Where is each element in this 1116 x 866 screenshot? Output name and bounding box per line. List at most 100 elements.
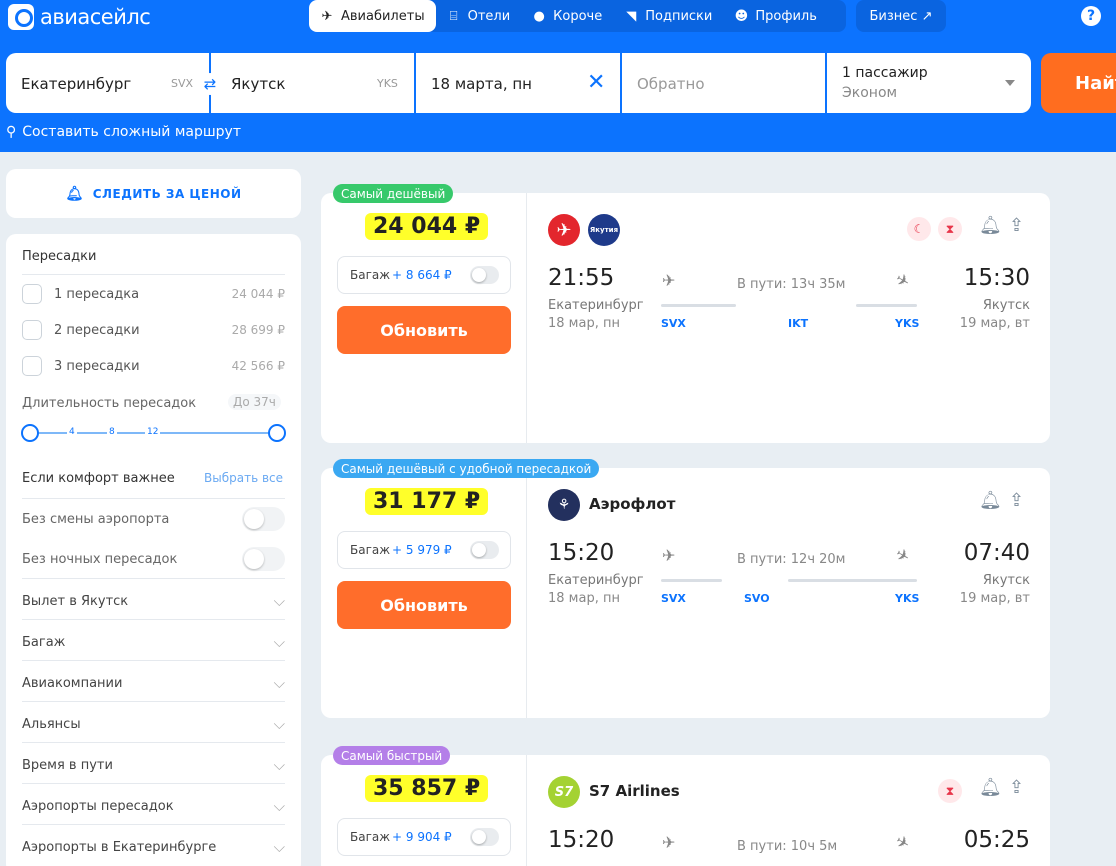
nav-subscriptions[interactable]: ◥ Подписки: [613, 0, 723, 32]
clear-date-icon[interactable]: ✕: [587, 70, 605, 96]
baggage-option[interactable]: Багаж + 8 664 ₽: [337, 256, 511, 294]
baggage-toggle[interactable]: [470, 828, 499, 846]
filter-section-baggage[interactable]: Багаж ⌵: [22, 633, 285, 651]
baggage-option[interactable]: Багаж + 9 904 ₽: [337, 818, 511, 856]
share-icon[interactable]: ⇪: [1009, 777, 1024, 798]
ticket-card[interactable]: 31 177 ₽ Багаж + 5 979 ₽ Обновить ⚘ Аэро…: [321, 468, 1050, 718]
chevron-down-icon: ⌵: [273, 797, 285, 815]
transfer-label: 2 пересадки: [54, 322, 140, 338]
filter-section-origin-airports[interactable]: Аэропорты в Екатеринбурге ⌵: [22, 838, 285, 856]
destination-value: Якутск: [231, 75, 286, 93]
baggage-toggle[interactable]: [470, 266, 499, 284]
route-segment: [788, 579, 917, 582]
nav-tickets[interactable]: ✈ Авиабилеты: [309, 0, 436, 32]
destination-field[interactable]: Якутск YKS: [211, 53, 414, 113]
no-airport-change-label: Без смены аэропорта: [22, 512, 170, 527]
origin-field[interactable]: Екатеринбург SVX: [6, 53, 209, 113]
transfer-option[interactable]: 1 пересадка 24 044 ₽: [22, 284, 285, 304]
chevron-down-icon: ⌵: [273, 756, 285, 774]
bell-icon[interactable]: 🔔︎: [979, 777, 1002, 798]
origin-value: Екатеринбург: [21, 75, 132, 93]
landing-icon: ✈: [892, 830, 914, 855]
checkbox[interactable]: [22, 320, 42, 340]
passengers-count: 1 пассажир: [842, 65, 928, 81]
filters-panel: Пересадки 1 пересадка 24 044 ₽ 2 пересад…: [6, 234, 301, 866]
share-icon[interactable]: ⇪: [1009, 490, 1024, 511]
baggage-price: + 8 664 ₽: [392, 268, 452, 282]
filter-section-alliances[interactable]: Альянсы ⌵: [22, 715, 285, 733]
slider-tick: 4: [67, 427, 77, 437]
chevron-down-icon: ⌵: [273, 633, 285, 651]
bed-icon: ⌸: [449, 8, 458, 24]
bell-icon[interactable]: 🔔︎: [979, 490, 1002, 511]
watch-price-button[interactable]: 🔔︎ СЛЕДИТЬ ЗА ЦЕНОЙ: [6, 169, 301, 218]
swap-icon[interactable]: ⇄: [199, 73, 221, 95]
cabin-class: Эконом: [842, 85, 898, 101]
filter-section-departure[interactable]: Вылет в Якутск ⌵: [22, 592, 285, 610]
airline-logo: Якутия: [588, 214, 620, 246]
baggage-option[interactable]: Багаж + 5 979 ₽: [337, 531, 511, 569]
ticket-card[interactable]: 35 857 ₽ Багаж + 9 904 ₽ S7 S7 Airlines …: [321, 755, 1050, 866]
watch-price-label: СЛЕДИТЬ ЗА ЦЕНОЙ: [92, 186, 242, 201]
complex-route-link[interactable]: ⚲ Составить сложный маршрут: [6, 124, 241, 140]
select-all-link[interactable]: Выбрать все: [204, 471, 283, 485]
nav-short[interactable]: ● Короче: [521, 0, 613, 32]
airline-logo: S7: [548, 776, 580, 808]
arrive-time: 15:30: [963, 265, 1030, 291]
logo-icon: [8, 4, 34, 30]
route-icon: ⚲: [6, 124, 17, 140]
share-icon[interactable]: ⇪: [1009, 215, 1024, 236]
ticket-card[interactable]: 24 044 ₽ Багаж + 8 664 ₽ Обновить ✈ Якут…: [321, 193, 1050, 443]
baggage-price: + 5 979 ₽: [392, 543, 452, 557]
route-segment: [856, 304, 917, 307]
transfer-option[interactable]: 2 пересадки 28 699 ₽: [22, 320, 285, 340]
checkbox[interactable]: [22, 356, 42, 376]
airport-code: YKS: [895, 317, 920, 330]
return-placeholder: Обратно: [637, 75, 705, 93]
section-label: Аэропорты пересадок: [22, 798, 174, 814]
ticket-price-panel: 35 857 ₽ Багаж + 9 904 ₽: [321, 755, 527, 866]
user-icon: ☻: [734, 8, 749, 24]
no-night-label: Без ночных пересадок: [22, 552, 178, 567]
update-button[interactable]: Обновить: [337, 581, 511, 629]
slider-min-handle[interactable]: [21, 424, 39, 442]
section-label: Вылет в Якутск: [22, 593, 129, 609]
megaphone-icon: ◥: [626, 8, 637, 24]
logo[interactable]: авиасейлс: [8, 4, 151, 30]
baggage-toggle[interactable]: [470, 541, 499, 559]
update-button[interactable]: Обновить: [337, 306, 511, 354]
takeoff-icon: ✈: [662, 271, 676, 290]
transfer-option[interactable]: 3 пересадки 42 566 ₽: [22, 356, 285, 376]
no-airport-change-toggle[interactable]: [242, 507, 285, 531]
logo-text: авиасейлс: [40, 5, 151, 29]
flight-duration: В пути: 12ч 20м: [737, 552, 846, 567]
duration-value: До 37ч: [228, 394, 281, 410]
depart-date: 18 мар, пн: [548, 316, 620, 331]
filter-section-airlines[interactable]: Авиакомпании ⌵: [22, 674, 285, 692]
transfers-title: Пересадки: [22, 249, 97, 264]
origin-code: SVX: [171, 77, 194, 90]
no-night-toggle[interactable]: [242, 547, 285, 571]
help-icon[interactable]: ?: [1081, 6, 1101, 26]
slider-max-handle[interactable]: [268, 424, 286, 442]
landing-icon: ✈: [892, 543, 914, 568]
section-label: Время в пути: [22, 757, 113, 773]
nav-hotels[interactable]: ⌸ Отели: [436, 0, 522, 32]
business-link[interactable]: Бизнес ↗: [856, 0, 946, 32]
find-button[interactable]: Найти: [1041, 53, 1116, 113]
filter-section-transfer-airports[interactable]: Аэропорты пересадок ⌵: [22, 797, 285, 815]
bell-icon[interactable]: 🔔︎: [979, 215, 1002, 236]
badge-cheapest: Самый дешёвый: [333, 184, 454, 203]
depart-time: 15:20: [548, 540, 615, 566]
depart-time: 21:55: [548, 265, 615, 291]
nav-subscriptions-label: Подписки: [645, 8, 713, 24]
complex-route-label: Составить сложный маршрут: [22, 124, 241, 140]
filter-section-travel-time[interactable]: Время в пути ⌵: [22, 756, 285, 774]
section-label: Багаж: [22, 634, 66, 650]
main-nav: ✈ Авиабилеты ⌸ Отели ● Короче ◥ Подписки ☻ Пр…: [309, 0, 846, 32]
section-label: Альянсы: [22, 716, 81, 732]
return-date-field[interactable]: Обратно: [622, 53, 825, 113]
nav-profile[interactable]: ☻ Профиль: [723, 0, 828, 32]
passengers-field[interactable]: 1 пассажир Эконом: [827, 53, 1031, 113]
checkbox[interactable]: [22, 284, 42, 304]
